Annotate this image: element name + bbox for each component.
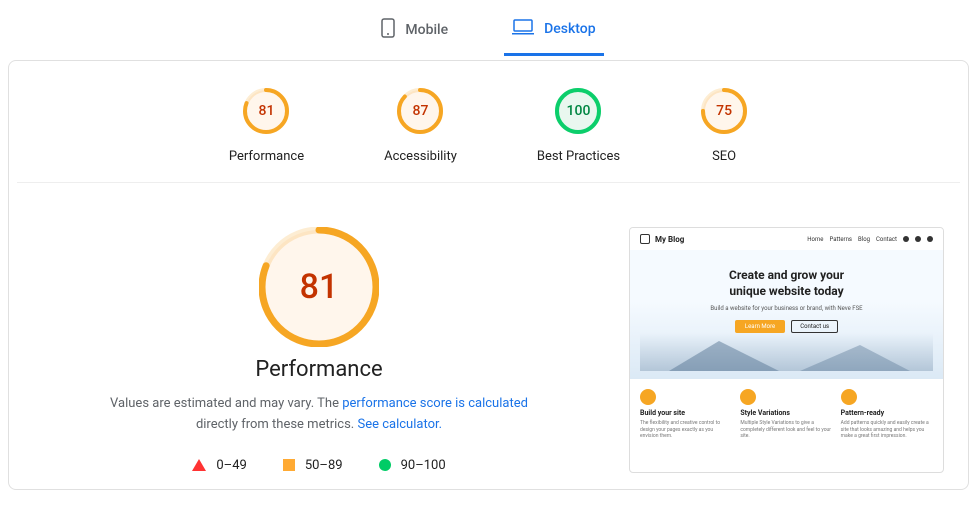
gauge-label: Best Practices xyxy=(537,149,620,164)
preview-cta-primary: Learn More xyxy=(735,320,785,333)
gauge-row: 81 Performance 87 Accessibility 100 Best Prac… xyxy=(17,61,960,183)
legend-pass: 90–100 xyxy=(379,458,446,473)
feature-icon xyxy=(740,389,756,405)
tab-mobile[interactable]: Mobile xyxy=(373,8,456,56)
feature-text: The flexibility and creative control to … xyxy=(640,420,732,440)
tab-mobile-label: Mobile xyxy=(405,22,448,38)
device-tabs: Mobile Desktop xyxy=(0,0,977,56)
site-preview: My Blog Home Patterns Blog Contact Create a… xyxy=(629,227,944,473)
feature-icon xyxy=(841,389,857,405)
gauge-ring: 100 xyxy=(554,87,602,135)
preview-feature: Build your site The flexibility and creat… xyxy=(640,389,732,440)
feature-title: Build your site xyxy=(640,409,732,417)
gauge-best-practices[interactable]: 100 Best Practices xyxy=(537,87,620,164)
facebook-icon xyxy=(903,236,909,242)
triangle-icon xyxy=(192,459,206,471)
feature-text: Multiple Style Variations to give a comp… xyxy=(740,420,832,440)
logo-icon xyxy=(640,234,650,244)
performance-section: 81 Performance Values are estimated and … xyxy=(33,227,605,473)
preview-hero-sub: Build a website for your business or bra… xyxy=(640,305,933,312)
gauge-label: SEO xyxy=(700,149,748,164)
gauge-ring: 81 xyxy=(242,87,290,135)
see-calc-link[interactable]: See calculator. xyxy=(357,417,442,432)
instagram-icon xyxy=(915,236,921,242)
gauge-ring: 75 xyxy=(700,87,748,135)
circle-icon xyxy=(379,459,391,471)
preview-nav-item: Patterns xyxy=(829,236,852,243)
feature-icon xyxy=(640,389,656,405)
mountain-illustration xyxy=(640,333,933,371)
desktop-icon xyxy=(512,19,534,39)
feature-title: Pattern-ready xyxy=(841,409,933,417)
preview-nav-item: Home xyxy=(807,236,823,243)
square-icon xyxy=(283,459,295,471)
calc-link[interactable]: performance score is calculated xyxy=(342,396,528,411)
tab-desktop[interactable]: Desktop xyxy=(504,8,603,56)
preview-cta-secondary: Contact us xyxy=(791,320,838,333)
preview-hero-title: Create and grow yourunique website today xyxy=(640,268,933,299)
preview-features: Build your site The flexibility and creat… xyxy=(630,379,943,452)
legend-average: 50–89 xyxy=(283,458,343,473)
preview-feature: Style Variations Multiple Style Variation… xyxy=(740,389,832,440)
gauge-accessibility[interactable]: 87 Accessibility xyxy=(384,87,457,164)
feature-title: Style Variations xyxy=(740,409,832,417)
performance-title: Performance xyxy=(33,357,605,382)
gauge-label: Performance xyxy=(229,149,304,164)
legend-fail: 0–49 xyxy=(192,458,246,473)
mobile-icon xyxy=(381,18,395,42)
feature-text: Add patterns quickly and easily create a… xyxy=(841,420,933,440)
preview-brand: My Blog xyxy=(640,234,684,244)
gauge-ring: 87 xyxy=(396,87,444,135)
performance-gauge-big: 81 xyxy=(259,227,379,347)
gauge-performance[interactable]: 81 Performance xyxy=(229,87,304,164)
twitter-icon xyxy=(927,236,933,242)
score-legend: 0–49 50–89 90–100 xyxy=(33,458,605,473)
preview-feature: Pattern-ready Add patterns quickly and ea… xyxy=(841,389,933,440)
gauge-label: Accessibility xyxy=(384,149,457,164)
tab-desktop-label: Desktop xyxy=(544,21,595,37)
report-card: 81 Performance 87 Accessibility 100 Best Prac… xyxy=(8,60,969,490)
preview-nav-item: Blog xyxy=(858,236,870,243)
gauge-seo[interactable]: 75 SEO xyxy=(700,87,748,164)
preview-nav: Home Patterns Blog Contact xyxy=(807,236,933,243)
preview-nav-item: Contact xyxy=(876,236,897,243)
performance-description: Values are estimated and may vary. The p… xyxy=(109,394,529,436)
